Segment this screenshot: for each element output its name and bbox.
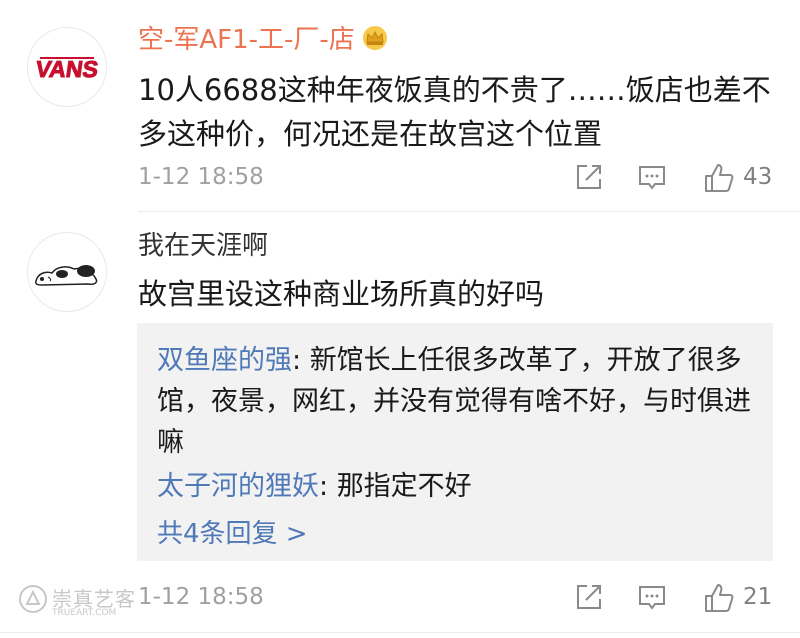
comment-body: 故宫里设这种商业场所真的好吗 <box>138 277 545 311</box>
forward-button[interactable] <box>574 162 608 196</box>
snoopy-avatar-icon <box>35 265 98 286</box>
like-button[interactable]: 21 <box>703 582 800 616</box>
timestamp: 1-12 18:58 <box>138 164 264 190</box>
avatar[interactable] <box>27 232 107 312</box>
reply-username[interactable]: 双鱼座的强 <box>157 345 292 376</box>
like-icon <box>705 584 734 612</box>
divider <box>0 632 800 633</box>
comment-meta: 1-12 18:58 43 <box>138 158 778 198</box>
avatar-label: VANS <box>34 56 100 82</box>
reply-text: 那指定不好 <box>336 471 472 502</box>
crown-badge-icon <box>361 25 389 59</box>
comment-thread: VANS 空-军AF1-工-厂-店 10人6688这种年夜饭真的不贵了……饭店也… <box>0 0 800 638</box>
timestamp: 1-12 18:58 <box>138 584 264 610</box>
reply-username[interactable]: 太子河的狸妖 <box>157 471 319 502</box>
avatar[interactable]: VANS <box>27 27 107 107</box>
divider <box>138 211 800 212</box>
comment-button[interactable] <box>637 582 671 616</box>
like-count: 21 <box>743 584 773 610</box>
reply-box[interactable]: 双鱼座的强: 新馆长上任很多改革了，开放了很多馆，夜景，网红，并没有觉得有啥不好… <box>137 323 773 561</box>
comment-username[interactable]: 空-军AF1-工-厂-店 <box>138 24 389 59</box>
comment-body: 10人6688这种年夜饭真的不贵了……饭店也差不多这种价，何况还是在故宫这个位置 <box>138 73 771 151</box>
like-button[interactable]: 43 <box>703 162 800 196</box>
forward-button[interactable] <box>574 582 608 616</box>
forward-icon <box>577 585 601 609</box>
watermark: 崇真艺客 TRUEART.COM <box>18 580 143 628</box>
like-icon <box>705 164 734 192</box>
username-text[interactable]: 空-军AF1-工-厂-店 <box>138 25 355 55</box>
forward-icon <box>577 165 601 189</box>
watermark-subtext: TRUEART.COM <box>52 608 117 618</box>
comment-icon <box>639 166 665 190</box>
comment-icon <box>639 586 665 610</box>
reply-item[interactable]: 双鱼座的强: 新馆长上任很多改革了，开放了很多馆，夜景，网红，并没有觉得有啥不好… <box>157 340 757 463</box>
reply-item[interactable]: 太子河的狸妖: 那指定不好 <box>157 466 757 507</box>
comment-button[interactable] <box>637 162 671 196</box>
like-count: 43 <box>743 164 773 190</box>
reply-separator: : <box>319 471 337 502</box>
comment-username[interactable]: 我在天涯啊 <box>138 230 268 262</box>
more-replies-link[interactable]: 共4条回复 > <box>157 513 308 550</box>
vans-logo: VANS <box>34 56 101 83</box>
reply-separator: : <box>292 345 310 376</box>
watermark-logo-icon <box>19 585 47 613</box>
comment-meta: 1-12 18:58 21 <box>138 578 778 618</box>
